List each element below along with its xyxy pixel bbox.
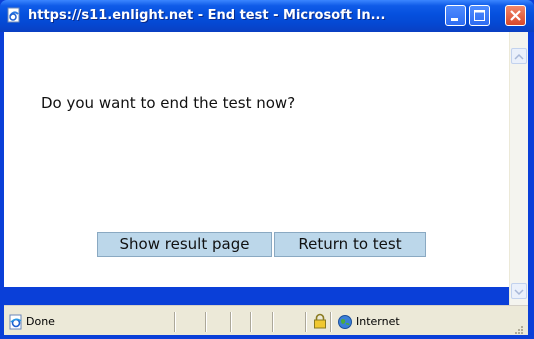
- title-bar[interactable]: https://s11.enlight.net - End test - Mic…: [0, 0, 534, 32]
- status-divider: [330, 312, 332, 332]
- status-text: Done: [26, 315, 55, 328]
- window-frame-right: [528, 32, 534, 339]
- status-divider: [205, 312, 207, 332]
- end-test-prompt: Do you want to end the test now?: [41, 94, 296, 112]
- window-title: https://s11.enlight.net - End test - Mic…: [28, 8, 386, 23]
- security-zone-text: Internet: [356, 315, 400, 328]
- status-divider: [305, 312, 307, 332]
- ie-page-icon: [8, 314, 24, 330]
- vertical-scrollbar[interactable]: [509, 32, 528, 305]
- close-button[interactable]: [505, 5, 526, 26]
- scroll-up-button[interactable]: [511, 48, 527, 64]
- scroll-up-icon: [514, 53, 524, 60]
- page-content: Do you want to end the test now? Show re…: [4, 32, 528, 287]
- resize-grip-icon[interactable]: [512, 320, 524, 334]
- return-to-test-button[interactable]: Return to test: [274, 232, 426, 257]
- maximize-icon: [474, 10, 485, 21]
- close-icon: [510, 10, 521, 21]
- scroll-down-icon: [514, 289, 524, 296]
- show-result-page-button[interactable]: Show result page: [97, 232, 272, 257]
- status-divider: [250, 312, 252, 332]
- ie-page-icon: [6, 7, 22, 23]
- status-bar: Done Internet: [4, 305, 528, 335]
- minimize-button[interactable]: [445, 5, 466, 26]
- status-divider: [230, 312, 232, 332]
- status-divider: [174, 312, 176, 332]
- minimize-icon: [451, 18, 458, 21]
- scroll-down-button[interactable]: [511, 283, 527, 299]
- lock-icon: [313, 313, 327, 329]
- status-divider: [272, 312, 274, 332]
- internet-globe-icon: [337, 314, 353, 330]
- window-frame-bottom: [0, 335, 534, 339]
- browser-popup-window: https://s11.enlight.net - End test - Mic…: [0, 0, 534, 339]
- maximize-button[interactable]: [469, 5, 490, 26]
